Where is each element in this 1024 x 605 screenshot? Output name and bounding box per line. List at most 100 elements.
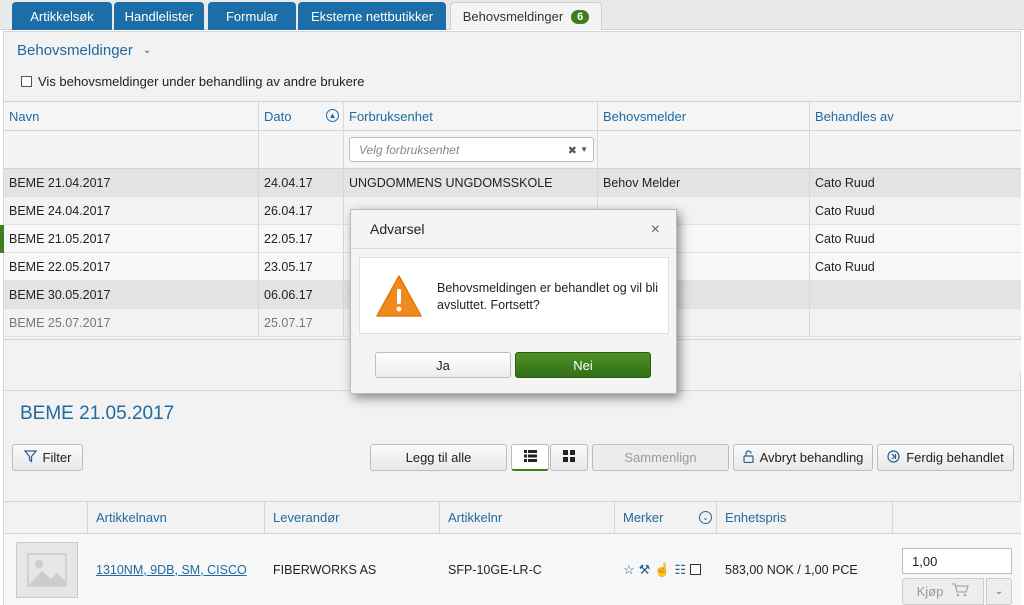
cancel-processing-button[interactable]: Avbryt behandling xyxy=(733,444,873,471)
close-icon[interactable]: × xyxy=(651,221,660,239)
finish-processing-label: Ferdig behandlet xyxy=(906,450,1004,465)
warning-icon xyxy=(376,275,422,317)
cell-dato: 26.04.17 xyxy=(259,197,344,224)
chevron-down-icon: ⌄ xyxy=(142,45,152,56)
table-header: Navn Dato ▲ Forbruksenhet Behovsmelder Be… xyxy=(4,101,1021,131)
thumbs-up-icon[interactable]: ☝ xyxy=(654,562,670,578)
filter-row: Velg forbruksenhet ✖ ▼ xyxy=(4,131,1021,169)
dialog-body: Behovsmeldingen er behandlet og vil bli … xyxy=(359,257,669,334)
cell-navn: BEME 25.07.2017 xyxy=(4,309,259,336)
cell-behandles-av: Cato Ruud xyxy=(815,175,875,190)
cell-behandles-av xyxy=(810,309,1021,336)
cell-dato: 24.04.17 xyxy=(259,169,344,196)
compare-label: Sammenlign xyxy=(624,450,697,465)
tab-label: Eksterne nettbutikker xyxy=(310,8,434,24)
column-header-actions xyxy=(893,502,1021,533)
cell-behandles-av: Cato Ruud xyxy=(815,203,875,218)
table-row[interactable]: BEME 21.04.2017 24.04.17 UNGDOMMENS UNGD… xyxy=(4,169,1021,197)
column-header-navn[interactable]: Navn xyxy=(4,102,259,130)
product-price: 583,00 NOK / 1,00 PCE xyxy=(725,562,858,577)
products-table: Artikkelnavn Leverandør Artikkelnr Merke… xyxy=(4,501,1021,605)
cell-dato: 25.07.17 xyxy=(259,309,344,336)
tab-handlelister[interactable]: Handlelister xyxy=(114,2,204,30)
column-header-behandles-av[interactable]: Behandles av xyxy=(810,102,1021,130)
sort-icon[interactable]: ⌄ xyxy=(699,511,712,524)
tab-behovsmeldinger[interactable]: Behovsmeldinger 6 xyxy=(450,2,602,30)
compare-checkbox[interactable] xyxy=(690,564,702,575)
cell-behandles-av: Cato Ruud xyxy=(815,259,875,274)
product-name-cell: 1310NM, 9DB, SM, CISCO xyxy=(88,534,265,605)
column-header-merker[interactable]: Merker ⌄ xyxy=(615,502,717,533)
column-header-enhetspris[interactable]: Enhetspris xyxy=(717,502,893,533)
buy-button[interactable]: Kjøp xyxy=(902,578,984,605)
grid-view-button[interactable] xyxy=(550,444,588,471)
show-others-checkbox[interactable] xyxy=(21,76,32,87)
product-row: 1310NM, 9DB, SM, CISCO FIBERWORKS AS SFP… xyxy=(4,534,1021,605)
product-image-cell xyxy=(4,534,88,605)
cell-behandles-av xyxy=(810,281,1021,308)
compare-button[interactable]: Sammenlign xyxy=(592,444,729,471)
column-header-dato[interactable]: Dato ▲ xyxy=(259,102,344,130)
filter-label: Filter xyxy=(42,450,72,465)
product-marks: ☆ ⚒ ☝ ☷ xyxy=(615,534,717,605)
cell-dato: 06.06.17 xyxy=(259,281,344,308)
column-header-artikkelnavn[interactable]: Artikkelnavn xyxy=(88,502,265,533)
cell-dato: 23.05.17 xyxy=(259,253,344,280)
tab-eksterne-nettbutikker[interactable]: Eksterne nettbutikker xyxy=(298,2,446,30)
buy-options-button[interactable]: ⌄ xyxy=(986,578,1012,605)
products-header: Artikkelnavn Leverandør Artikkelnr Merke… xyxy=(4,501,1021,534)
yes-button[interactable]: Ja xyxy=(375,352,511,378)
no-button[interactable]: Nei xyxy=(515,352,651,378)
warning-dialog: Advarsel × Behovsmeldingen er behandlet … xyxy=(350,209,677,394)
filter-button[interactable]: Filter xyxy=(12,444,83,471)
caret-down-icon[interactable]: ▼ xyxy=(580,145,588,154)
finish-processing-button[interactable]: Ferdig behandlet xyxy=(877,444,1014,471)
image-placeholder-icon xyxy=(16,542,78,598)
grid-view-icon xyxy=(563,450,575,465)
clear-icon[interactable]: ✖ xyxy=(568,144,577,157)
filter-cell: Velg forbruksenhet ✖ ▼ xyxy=(344,131,598,168)
sort-ascending-icon[interactable]: ▲ xyxy=(326,109,339,122)
cell-behovsmelder: Behov Melder xyxy=(598,169,810,196)
column-header-image xyxy=(4,502,88,533)
tab-label: Handlelister xyxy=(124,8,194,24)
document-icon[interactable]: ☷ xyxy=(675,562,687,578)
checkbox-label: Vis behovsmeldinger under behandling av … xyxy=(38,74,365,89)
list-view-button[interactable] xyxy=(511,444,549,471)
forbruksenhet-select[interactable]: Velg forbruksenhet ✖ ▼ xyxy=(349,137,594,162)
circle-arrow-icon xyxy=(887,449,900,466)
select-placeholder: Velg forbruksenhet xyxy=(359,142,460,157)
show-others-checkbox-row[interactable]: Vis behovsmeldinger under behandling av … xyxy=(21,74,364,89)
tab-formular[interactable]: Formular xyxy=(208,2,296,30)
cell-navn: BEME 30.05.2017 xyxy=(4,281,259,308)
column-header-leverandor[interactable]: Leverandør xyxy=(265,502,440,533)
list-view-icon xyxy=(523,449,537,465)
cart-icon xyxy=(951,583,970,600)
detail-title: BEME 21.05.2017 xyxy=(20,403,175,424)
cell-navn: BEME 22.05.2017 xyxy=(4,253,259,280)
tab-bar: Artikkelsøk Handlelister Formular Ekster… xyxy=(0,0,1024,30)
cancel-processing-label: Avbryt behandling xyxy=(759,450,864,465)
tool-icon[interactable]: ⚒ xyxy=(639,562,651,578)
funnel-icon xyxy=(23,449,37,466)
star-icon[interactable]: ☆ xyxy=(623,562,635,578)
column-header-behovsmelder[interactable]: Behovsmelder xyxy=(598,102,810,130)
filter-cell xyxy=(4,131,259,168)
dialog-title: Advarsel xyxy=(370,221,425,237)
add-all-label: Legg til alle xyxy=(405,450,472,465)
buy-label: Kjøp xyxy=(916,584,944,599)
cell-navn: BEME 24.04.2017 xyxy=(4,197,259,224)
quantity-input[interactable]: 1,00 xyxy=(902,548,1012,574)
product-name-link[interactable]: 1310NM, 9DB, SM, CISCO xyxy=(96,563,247,577)
section-dropdown[interactable]: Behovsmeldinger ⌄ xyxy=(17,42,151,59)
cell-behandles-av: Cato Ruud xyxy=(815,231,875,246)
column-header-label: Dato xyxy=(264,108,292,124)
filter-cell xyxy=(259,131,344,168)
column-header-forbruksenhet[interactable]: Forbruksenhet xyxy=(344,102,598,130)
tab-label: Artikkelsøk xyxy=(30,8,94,24)
add-all-button[interactable]: Legg til alle xyxy=(370,444,507,471)
product-supplier: FIBERWORKS AS xyxy=(273,562,377,577)
count-badge: 6 xyxy=(571,9,590,24)
column-header-artikkelnr[interactable]: Artikkelnr xyxy=(440,502,615,533)
tab-artikkelsok[interactable]: Artikkelsøk xyxy=(12,2,112,30)
